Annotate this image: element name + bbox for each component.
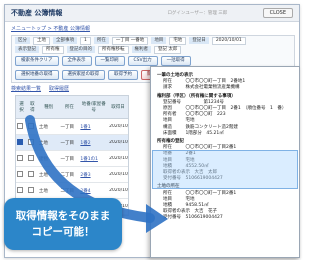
- table-row[interactable]: 土地 一丁目 1番12020/10/01: [16, 119, 128, 135]
- row-number-link[interactable]: 1番2: [79, 140, 108, 146]
- filter-action-button[interactable]: 取得予約: [108, 70, 138, 80]
- filter-action-button[interactable]: CSV出力: [127, 56, 158, 66]
- table-header-cell: 所在: [64, 105, 74, 110]
- row-number-link[interactable]: 1番1: [79, 124, 108, 130]
- row-date: 2020/10/01: [109, 156, 128, 161]
- table-header-cell: 取得: [30, 102, 35, 113]
- row-kind: 土地: [38, 188, 48, 194]
- row-address: 二丁目: [60, 172, 74, 178]
- filter-row-1: 区分 土地 全部事項 1 所在 一丁目 一番地 地目 宅地 登記日 2020/10/01: [12, 36, 294, 45]
- banner-line-1: 取得情報をそのまま: [15, 210, 111, 222]
- row-date: 2020/10/01: [109, 124, 128, 129]
- filter-value-field[interactable]: 1: [80, 36, 91, 45]
- row-acquire-cell: [27, 138, 38, 147]
- row-select-cell: [16, 170, 27, 179]
- row-number-link[interactable]: 1番1の1: [79, 156, 108, 162]
- filter-label: 登記日: [189, 37, 209, 44]
- row-acquire-cell: [27, 170, 38, 179]
- filter-action-button[interactable]: 全件表示: [61, 56, 92, 66]
- section-link[interactable]: 取得履歴: [49, 85, 69, 92]
- row-checkbox[interactable]: [17, 154, 23, 161]
- table-row[interactable]: 建物 一丁目 1番1の12020/10/01: [16, 151, 128, 167]
- table-header-cell: 地番/家屋番号: [81, 102, 106, 113]
- row-date: 2020/10/01: [109, 140, 128, 145]
- acquire-checkbox[interactable]: [27, 186, 34, 193]
- section-links: 検索結果一覧 取得履歴: [11, 85, 69, 92]
- acquire-checkbox[interactable]: [27, 154, 34, 161]
- row-kind: 土地: [38, 140, 48, 146]
- table-header: 選択 取得 種別 所在 地番/家屋番号 取得日: [16, 96, 128, 119]
- filter-value-field[interactable]: 土地: [33, 36, 50, 45]
- section-link[interactable]: 検索結果一覧: [11, 85, 41, 92]
- document-line: 床面積 1階部分 45.21㎡: [163, 130, 224, 136]
- filter-value-field[interactable]: 一丁目 一番地: [111, 36, 149, 45]
- table-row[interactable]: 土地 二丁目 2番42020/10/02: [16, 183, 128, 199]
- filter-label: 地目: [151, 37, 167, 44]
- row-address: 一丁目: [60, 124, 74, 130]
- acquire-checkbox[interactable]: [27, 138, 34, 145]
- row-select-cell: [16, 122, 27, 131]
- filter-label: 全部事項: [53, 37, 77, 44]
- row-checkbox[interactable]: [17, 170, 23, 177]
- table-header-cell: 取得日: [111, 105, 125, 110]
- filter-value-field[interactable]: 所有権: [42, 45, 64, 54]
- filter-label: 表示登記: [15, 46, 39, 53]
- selection-highlight: [152, 150, 298, 189]
- row-address: 二丁目: [60, 188, 74, 194]
- breadcrumb[interactable]: メニュートップ > 不動産 公簿情報: [11, 25, 90, 32]
- close-button[interactable]: CLOSE: [262, 8, 293, 18]
- filter-row-2: 表示登記 所有権 登記の目的 所有権移転 権利者 登記 太郎: [12, 45, 294, 54]
- filter-label: 区分: [15, 37, 30, 44]
- row-acquire-cell: [27, 122, 38, 131]
- row-select-cell: [16, 138, 27, 147]
- banner-line-2: コピー可能！: [31, 226, 95, 238]
- filter-action-button[interactable]: 一覧印刷: [94, 56, 125, 66]
- filter-label: 権利者: [131, 46, 151, 53]
- row-number-link[interactable]: 2番4: [79, 188, 108, 194]
- row-kind: 土地: [38, 172, 48, 178]
- row-acquire-cell: [27, 186, 38, 195]
- filter-value-field[interactable]: 所有権移転: [98, 45, 129, 54]
- filter-value-field[interactable]: 2020/10/01: [211, 36, 246, 45]
- row-kind: 建物: [38, 156, 48, 162]
- row-select-cell: [16, 186, 27, 195]
- filter-label: 登記の目的: [66, 46, 95, 53]
- filter-label: 所在: [93, 37, 109, 44]
- row-number-link[interactable]: 2番3: [79, 172, 108, 178]
- acquire-checkbox[interactable]: [27, 170, 34, 177]
- filter-value-field[interactable]: 宅地: [169, 36, 187, 45]
- filter-action-button[interactable]: 選択地番の取得: [15, 70, 59, 80]
- row-checkbox[interactable]: [17, 122, 23, 129]
- row-acquire-cell: [27, 154, 38, 163]
- document-line: 請求 株式会社電業物流産業機構: [163, 85, 240, 91]
- row-kind: 土地: [38, 124, 48, 130]
- table-header-cell: 種別: [44, 105, 54, 110]
- row-date: 2020/10/02: [109, 188, 128, 193]
- document-line: 受付番号 5106619004427: [163, 215, 223, 221]
- row-address: 一丁目: [60, 156, 74, 162]
- copy-banner: 取得情報をそのまま コピー可能！: [4, 198, 122, 250]
- filter-action-button[interactable]: 選択家屋の取得: [61, 70, 105, 80]
- filter-value-field[interactable]: 登記 太郎: [154, 45, 182, 54]
- user-label: ログインユーザー：管理 三郎: [167, 11, 228, 16]
- filter-action-button[interactable]: 一括取得: [160, 56, 191, 66]
- row-date: 2020/10/02: [109, 172, 128, 177]
- acquire-checkbox[interactable]: [27, 122, 34, 129]
- row-checkbox[interactable]: [17, 186, 23, 193]
- table-row[interactable]: 土地 一丁目 1番22020/10/01: [16, 135, 128, 151]
- row-checkbox[interactable]: [17, 138, 23, 145]
- title-bar: 不動産 公簿情報 ログインユーザー：管理 三郎 CLOSE: [5, 5, 299, 22]
- table-row[interactable]: 土地 二丁目 2番32020/10/02: [16, 167, 128, 183]
- row-select-cell: [16, 154, 27, 163]
- row-address: 一丁目: [60, 140, 74, 146]
- app-title: 不動産 公簿情報: [11, 9, 63, 17]
- table-header-cell: 選択: [19, 102, 24, 113]
- filter-action-button[interactable]: 検索条件クリア: [15, 56, 59, 66]
